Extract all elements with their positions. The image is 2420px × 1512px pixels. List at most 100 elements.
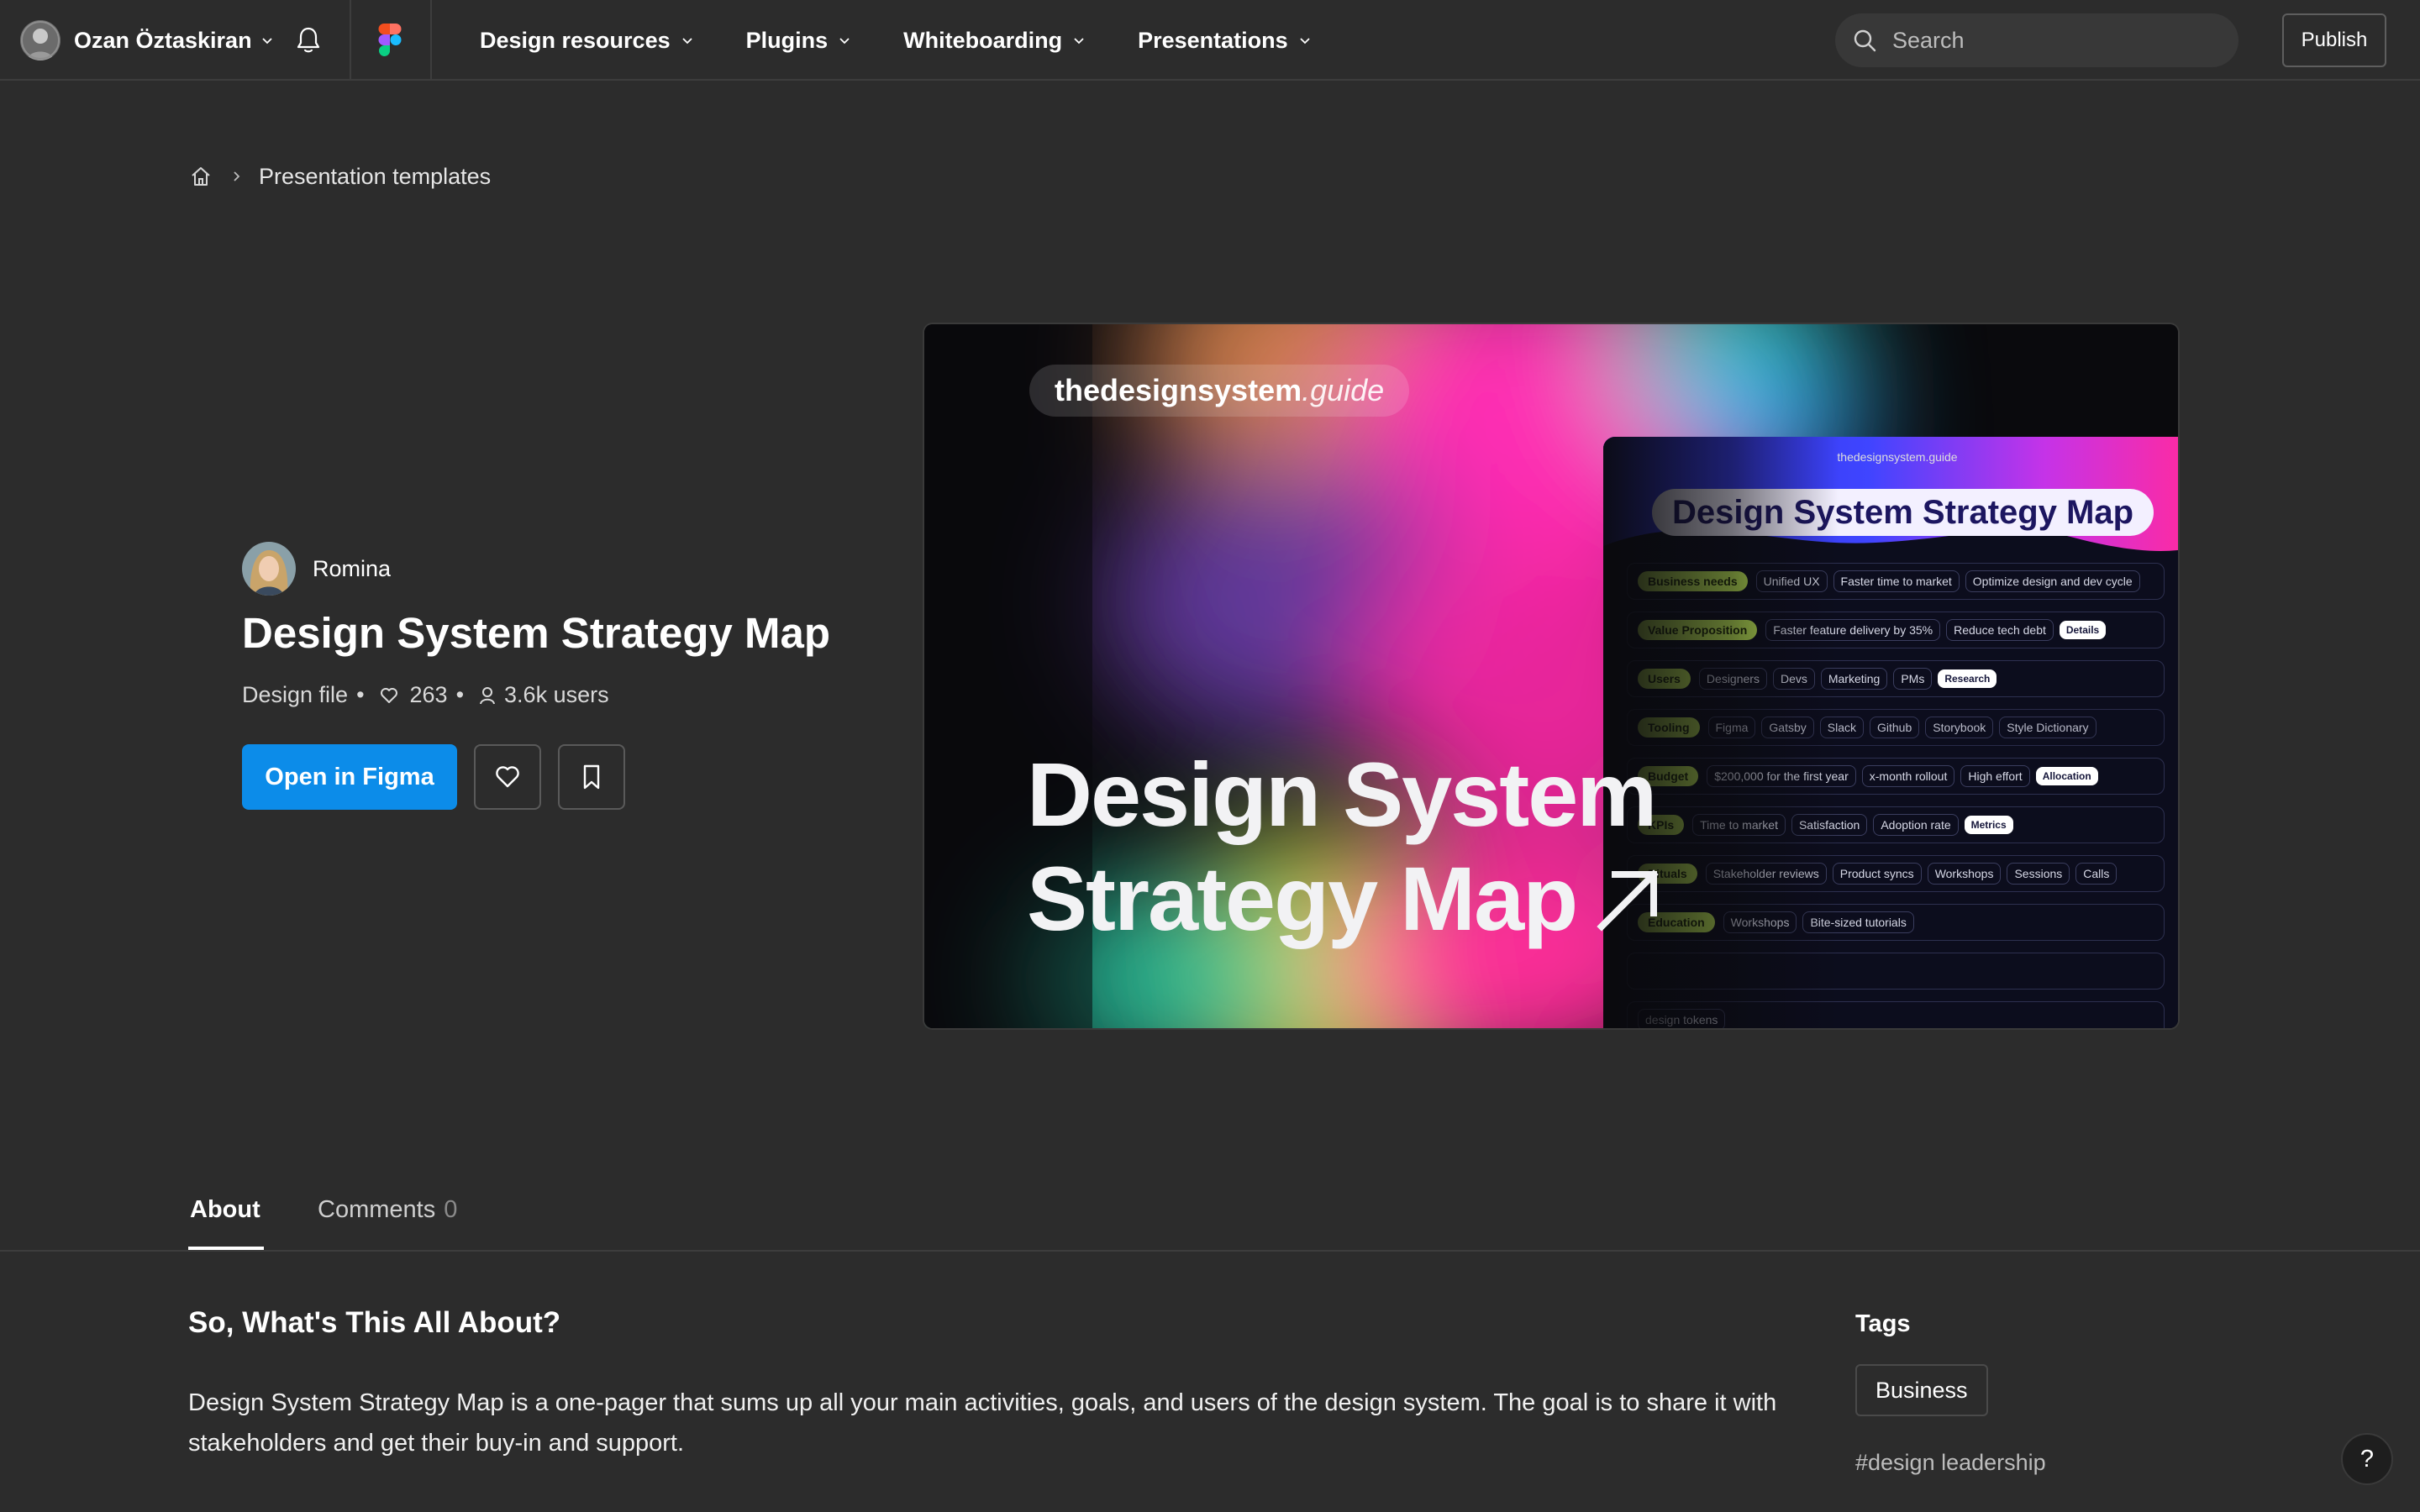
hashtag-design-leadership[interactable]: #design leadership — [1855, 1450, 2046, 1476]
resource-type: Design file — [242, 682, 349, 707]
row-chip: Faster time to market — [1833, 570, 1960, 592]
thumbnail-preview[interactable]: thedesignsystem .guide thedesignsystem.gu… — [924, 324, 2178, 1028]
menu-presentations[interactable]: Presentations — [1138, 28, 1312, 54]
row-chip: Reduce tech debt — [1946, 619, 2054, 641]
search-input[interactable] — [1891, 26, 2213, 55]
strategy-row — [1627, 953, 2165, 990]
strategy-row: design tokens — [1627, 1001, 2165, 1028]
row-chip: Storybook — [1925, 717, 1994, 738]
chevron-down-icon — [839, 38, 850, 45]
breadcrumb: Presentation templates — [190, 161, 491, 192]
row-label: Tooling — [1638, 717, 1700, 738]
chevron-down-icon — [1074, 38, 1084, 45]
row-label: Value Proposition — [1638, 620, 1758, 640]
tab-label: Comments — [318, 1196, 436, 1223]
like-button[interactable] — [474, 744, 541, 810]
row-chip: Devs — [1772, 668, 1815, 690]
nav-divider — [350, 0, 351, 81]
row-chip: Satisfaction — [1791, 814, 1868, 836]
row-chip: Marketing — [1820, 668, 1888, 690]
card-title: Design System Strategy Map — [1652, 489, 2154, 536]
row-chip: Workshops — [1927, 863, 2002, 885]
row-chip: Bite-sized tutorials — [1802, 911, 1914, 933]
tags-heading: Tags — [1855, 1310, 1911, 1337]
chevron-down-icon — [1300, 38, 1310, 45]
row-label: Business needs — [1638, 571, 1748, 591]
tab-about[interactable]: About — [190, 1196, 260, 1224]
page-title: Design System Strategy Map — [242, 609, 831, 657]
row-chip: Time to market — [1692, 814, 1786, 836]
author[interactable]: Romina — [242, 542, 391, 596]
brand-suffix: .guide — [1302, 373, 1385, 407]
bookmark-button[interactable] — [558, 744, 625, 810]
search-box[interactable] — [1835, 13, 2238, 67]
user-count: 3.6k users — [504, 682, 609, 707]
row-action-chip: Details — [2059, 621, 2107, 639]
about-description: Design System Strategy Map is a one-page… — [188, 1389, 1777, 1457]
row-action-chip: Research — [1938, 669, 1997, 688]
active-tab-indicator — [188, 1247, 264, 1250]
separator-dot: • — [455, 682, 465, 707]
help-label: ? — [2360, 1445, 2375, 1473]
row-chip: $200,000 for the first year — [1707, 765, 1856, 787]
chevron-right-icon — [234, 171, 240, 181]
strategy-row: Tooling Figma Gatsby Slack Github Storybook St… — [1627, 709, 2165, 746]
comment-count: 0 — [444, 1196, 458, 1223]
breadcrumb-presentation-templates[interactable]: Presentation templates — [259, 164, 491, 190]
publish-button[interactable]: Publish — [2282, 13, 2386, 67]
row-chip: Slack — [1819, 717, 1864, 738]
strategy-row: Budget $200,000 for the first year x-month… — [1627, 758, 2165, 795]
help-button[interactable]: ? — [2341, 1433, 2393, 1485]
chevron-down-icon — [681, 38, 692, 45]
main-menu: Design resources Plugins Whiteboarding P… — [480, 0, 1364, 81]
menu-label: Whiteboarding — [903, 27, 1063, 53]
tag-business[interactable]: Business — [1855, 1364, 1988, 1416]
headline-line-1: Design System — [1027, 743, 1657, 845]
strategy-row: Education Workshops Bite-sized tutorials — [1627, 904, 2165, 941]
row-chip: Unified UX — [1755, 570, 1828, 592]
figma-logo-icon[interactable] — [378, 24, 402, 57]
row-chip: Figma — [1707, 717, 1756, 738]
row-chip: Product syncs — [1832, 863, 1922, 885]
user-icon — [480, 686, 496, 704]
top-nav: Ozan Öztaskiran Design resources Plugins — [0, 0, 2420, 81]
row-chip: Gatsby — [1761, 717, 1814, 738]
row-chip: High effort — [1960, 765, 2030, 787]
strategy-row: KPIs Time to market Satisfaction Adoption r… — [1627, 806, 2165, 843]
row-chip: Faster feature delivery by 35% — [1765, 619, 1941, 641]
row-chip: Workshops — [1723, 911, 1797, 933]
author-name: Romina — [313, 555, 392, 581]
heart-icon — [380, 687, 397, 703]
account-menu[interactable]: Ozan Öztaskiran — [20, 20, 274, 60]
row-chip: PMs — [1893, 668, 1933, 690]
row-chip: Stakeholder reviews — [1705, 863, 1827, 885]
row-action-chip: Metrics — [1964, 816, 2013, 834]
brand-text: thedesignsystem — [1055, 373, 1302, 407]
like-count: 263 — [409, 682, 448, 707]
author-avatar — [242, 542, 296, 596]
home-icon[interactable] — [190, 165, 212, 187]
row-chip: Calls — [2075, 863, 2118, 885]
about-heading: So, What's This All About? — [188, 1306, 561, 1339]
user-avatar — [20, 20, 60, 60]
strategy-row: Value Proposition Faster feature delivery… — [1627, 612, 2165, 648]
row-chip: design tokens — [1638, 1009, 1726, 1028]
row-chip: Designers — [1698, 668, 1767, 690]
menu-plugins[interactable]: Plugins — [746, 28, 852, 54]
notifications-bell-icon[interactable] — [294, 25, 323, 55]
strategy-row: Users Designers Devs Marketing PMs Research — [1627, 660, 2165, 697]
separator-dot: • — [356, 682, 365, 707]
bookmark-icon — [583, 764, 600, 790]
row-chip: Optimize design and dev cycle — [1965, 570, 2140, 592]
tabs: About Comments 0 — [0, 1174, 2420, 1252]
tab-comments[interactable]: Comments 0 — [318, 1196, 457, 1224]
chevron-down-icon — [261, 38, 272, 45]
heart-icon — [496, 766, 519, 788]
preview-headline: Design System Strategy Map — [1027, 743, 1664, 951]
menu-label: Presentations — [1138, 27, 1288, 53]
open-in-figma-button[interactable]: Open in Figma — [242, 744, 457, 810]
menu-whiteboarding[interactable]: Whiteboarding — [903, 28, 1086, 54]
strategy-map-card: thedesignsystem.guide Design System Stra… — [1603, 437, 2178, 1028]
row-chip: Style Dictionary — [1999, 717, 2096, 738]
menu-design-resources[interactable]: Design resources — [480, 28, 694, 54]
